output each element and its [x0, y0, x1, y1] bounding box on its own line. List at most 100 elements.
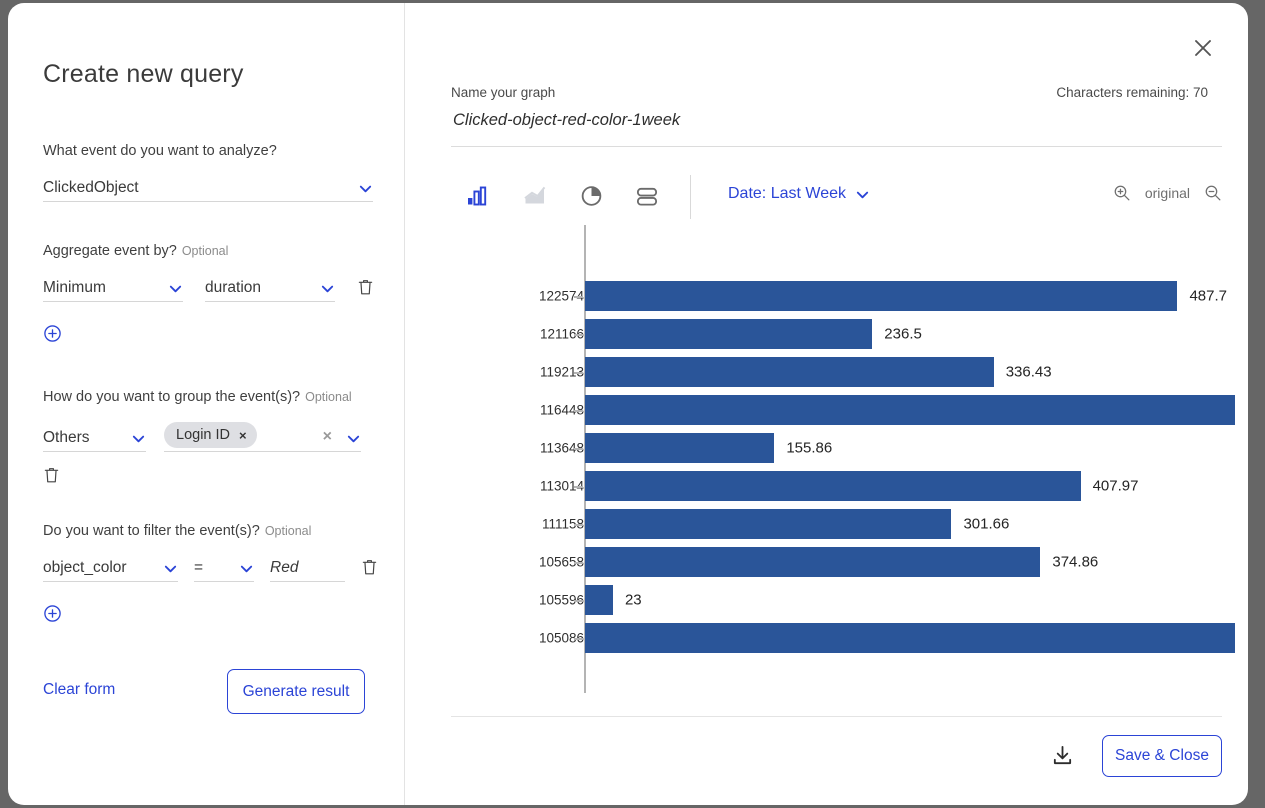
toolbar-divider	[690, 175, 691, 219]
zoom-out-icon[interactable]	[1204, 184, 1222, 202]
chevron-down-icon	[358, 181, 373, 201]
bar-row: 105086	[451, 619, 1241, 657]
axis-tick	[574, 524, 583, 526]
download-icon[interactable]	[1045, 738, 1079, 772]
save-and-close-button[interactable]: Save & Close	[1102, 735, 1222, 777]
bar[interactable]	[585, 281, 1178, 311]
graph-name-input[interactable]	[451, 111, 1222, 136]
clear-selection-icon[interactable]: ×	[323, 428, 332, 451]
bar-value-label: 301.66	[963, 515, 1010, 533]
page-title: Create new query	[43, 60, 244, 88]
date-range-dropdown[interactable]: Date: Last Week	[728, 185, 870, 203]
chart-toolbar: Date: Last Week original	[451, 175, 1222, 221]
filter-property-select[interactable]: object_color	[43, 553, 178, 582]
group-question-text: How do you want to group the event(s)?	[43, 389, 301, 405]
axis-tick	[574, 410, 583, 412]
characters-remaining-label: Characters remaining: 70	[1056, 85, 1208, 100]
bar-value-label: 155.86	[786, 439, 833, 457]
event-question-label: What event do you want to analyze?	[43, 143, 277, 159]
filter-property-value: object_color	[43, 559, 127, 576]
group-chip-label: Login ID	[176, 427, 231, 443]
group-field-group: How do you want to group the event(s)? Op…	[43, 389, 383, 489]
date-range-label: Date: Last Week	[728, 185, 846, 202]
aggregate-property-value: duration	[205, 279, 262, 296]
bar[interactable]	[585, 357, 994, 387]
chevron-down-icon	[239, 561, 254, 581]
zoom-controls: original	[1113, 184, 1222, 202]
group-optional-tag: Optional	[305, 390, 352, 404]
aggregate-optional-tag: Optional	[181, 244, 229, 258]
bar-value-label: 236.5	[884, 325, 922, 343]
group-type-select[interactable]: Others	[43, 423, 146, 452]
bar-value-label: 407.97	[1092, 477, 1139, 495]
group-question-label: How do you want to group the event(s)? Op…	[43, 389, 383, 405]
bar-chart-icon[interactable]	[461, 179, 495, 213]
axis-tick	[574, 296, 583, 298]
filter-optional-tag: Optional	[264, 524, 312, 538]
filter-value-input[interactable]: Red	[270, 553, 345, 582]
filter-question-label: Do you want to filter the event(s)? Optio…	[43, 523, 383, 539]
chevron-down-icon	[320, 281, 335, 301]
chip-remove-icon[interactable]: ×	[239, 428, 247, 443]
graph-preview-panel: Name your graph Characters remaining: 70	[405, 3, 1248, 805]
bar-row: 121166 236.5	[451, 315, 1241, 353]
zoom-in-icon[interactable]	[1113, 184, 1131, 202]
footer-divider	[451, 716, 1222, 717]
graph-name-label: Name your graph	[451, 85, 556, 100]
axis-tick	[574, 372, 583, 374]
filter-value-text: Red	[270, 559, 299, 576]
event-field-group: What event do you want to analyze? Click…	[43, 143, 373, 202]
create-query-dialog: Create new query What event do you want …	[8, 3, 1248, 805]
bar[interactable]	[585, 471, 1081, 501]
axis-tick	[574, 562, 583, 564]
delete-aggregate-icon[interactable]	[357, 278, 374, 302]
bar-row: 119213 336.43	[451, 353, 1241, 391]
axis-tick	[574, 486, 583, 488]
bar-row: 122574 487.7	[451, 277, 1241, 315]
bar-row: 111158 301.66	[451, 505, 1241, 543]
delete-filter-icon[interactable]	[361, 558, 378, 582]
clear-form-button[interactable]: Clear form	[43, 681, 115, 699]
bar-chart: 122574 487.7 121166 236.5 119213 336.43 116448…	[451, 225, 1241, 703]
bar-value-label: 23	[624, 591, 642, 609]
aggregate-property-select[interactable]: duration	[205, 273, 335, 302]
bar[interactable]	[585, 433, 775, 463]
close-icon[interactable]	[1186, 31, 1220, 65]
bar[interactable]	[585, 395, 1235, 425]
bar-row: 105596 23	[451, 581, 1241, 619]
aggregate-question-label: Aggregate event by? Optional	[43, 243, 383, 259]
bar[interactable]	[585, 319, 873, 349]
group-value-multiselect[interactable]: Login ID × ×	[164, 419, 361, 452]
add-filter-icon[interactable]	[43, 604, 62, 623]
pie-chart-icon[interactable]	[574, 179, 608, 213]
generate-result-button[interactable]: Generate result	[227, 669, 365, 714]
chevron-down-icon	[168, 281, 183, 301]
add-aggregate-icon[interactable]	[43, 324, 62, 343]
bar[interactable]	[585, 623, 1235, 653]
graph-name-field-wrap	[451, 111, 1222, 147]
bar-row: 113648 155.86	[451, 429, 1241, 467]
delete-group-icon[interactable]	[43, 466, 60, 487]
aggregate-function-value: Minimum	[43, 279, 106, 296]
filter-operator-value: =	[194, 559, 204, 576]
axis-tick	[574, 448, 583, 450]
area-chart-icon[interactable]	[518, 179, 552, 213]
zoom-level-label[interactable]: original	[1145, 185, 1190, 201]
bar[interactable]	[585, 547, 1041, 577]
bar-row: 105658 374.86	[451, 543, 1241, 581]
bar-row: 113014 407.97	[451, 467, 1241, 505]
bar-value-label: 487.7	[1189, 287, 1227, 305]
chevron-down-icon	[163, 561, 178, 581]
aggregate-field-group: Aggregate event by? Optional Minimum dura…	[43, 243, 383, 348]
event-select[interactable]: ClickedObject	[43, 173, 373, 202]
bar[interactable]	[585, 585, 613, 615]
table-view-icon[interactable]	[630, 179, 664, 213]
group-type-value: Others	[43, 429, 90, 446]
aggregate-function-select[interactable]: Minimum	[43, 273, 183, 302]
filter-question-text: Do you want to filter the event(s)?	[43, 523, 260, 539]
group-chip-login-id[interactable]: Login ID ×	[164, 422, 257, 448]
chevron-down-icon	[131, 431, 146, 451]
bar-row: 116448	[451, 391, 1241, 429]
filter-operator-select[interactable]: =	[194, 553, 254, 582]
bar[interactable]	[585, 509, 952, 539]
